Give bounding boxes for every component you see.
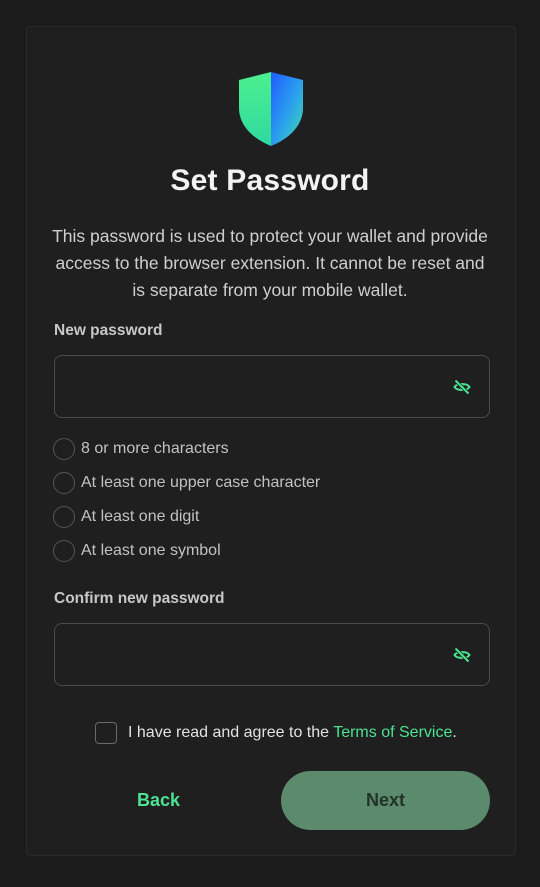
requirement-label: 8 or more characters [81,440,229,457]
back-button[interactable]: Back [54,771,263,830]
page-title: Set Password [170,164,370,197]
terms-checkbox[interactable] [95,722,117,744]
terms-prefix: I have read and agree to the [128,724,334,741]
requirement-status-icon [53,540,75,562]
eye-off-icon[interactable] [453,378,471,396]
next-button[interactable]: Next [281,771,490,830]
confirm-password-label: Confirm new password [54,590,225,607]
new-password-input[interactable] [54,355,490,418]
shield-logo-icon [239,72,303,146]
requirement-status-icon [53,438,75,460]
requirement-min-length: 8 or more characters [53,436,229,462]
terms-of-service-link[interactable]: Terms of Service [333,724,452,741]
requirement-label: At least one upper case character [81,474,321,491]
requirement-status-icon [53,506,75,528]
requirement-label: At least one symbol [81,542,221,559]
terms-agreement: I have read and agree to the Terms of Se… [95,721,457,745]
requirement-symbol: At least one symbol [53,538,221,564]
requirement-status-icon [53,472,75,494]
requirement-uppercase: At least one upper case character [53,470,320,496]
eye-off-icon[interactable] [453,646,471,664]
page-description: This password is used to protect your wa… [52,226,488,300]
requirement-digit: At least one digit [53,504,199,530]
confirm-password-input[interactable] [54,623,490,686]
new-password-label: New password [54,322,163,339]
terms-agreement-text: I have read and agree to the Terms of Se… [128,724,457,742]
requirement-label: At least one digit [81,508,200,525]
terms-suffix: . [452,724,457,741]
